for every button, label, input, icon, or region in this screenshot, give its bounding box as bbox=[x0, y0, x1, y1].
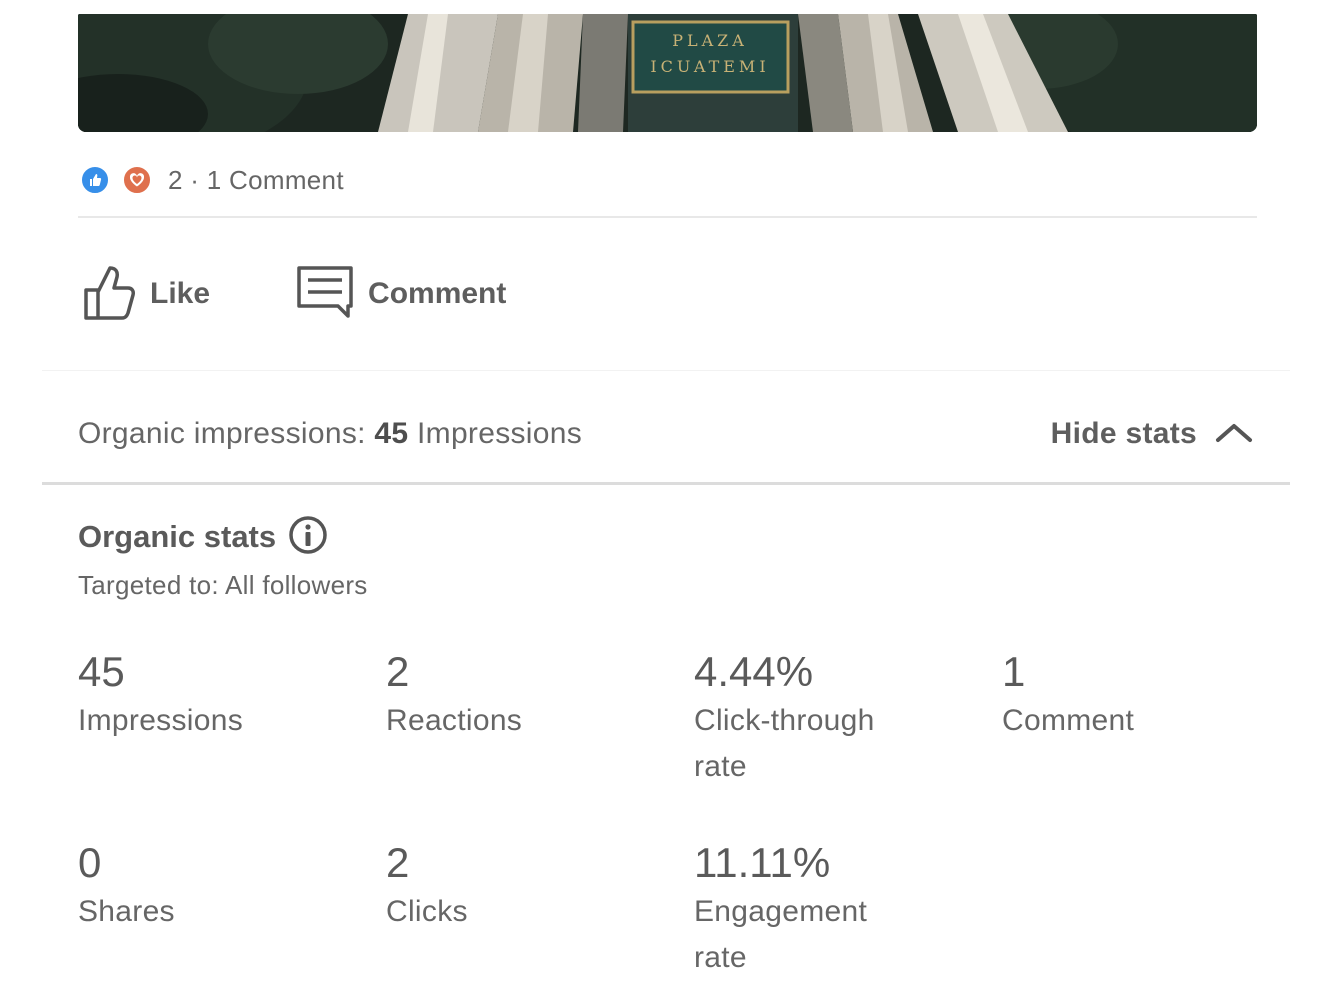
stat-click-through-rate: 4.44% Click-through rate bbox=[694, 646, 924, 790]
hide-stats-label: Hide stats bbox=[1050, 417, 1197, 450]
divider bbox=[78, 216, 1257, 218]
targeted-to: Targeted to: All followers bbox=[78, 570, 368, 600]
comment-button[interactable]: Comment bbox=[296, 265, 506, 324]
divider bbox=[42, 370, 1290, 371]
impressions-suffix: Impressions bbox=[408, 417, 583, 450]
stat-label: Engagement rate bbox=[694, 895, 868, 974]
hide-stats-button[interactable]: Hide stats bbox=[1051, 417, 1253, 451]
love-reaction-icon bbox=[122, 165, 152, 195]
stat-value: 11.11% bbox=[694, 839, 831, 886]
sign-line-1: PLAZA bbox=[672, 31, 748, 50]
stat-label: Click-through rate bbox=[694, 704, 875, 783]
stat-value: 4.44% bbox=[694, 648, 814, 695]
stat-comment: 1 Comment bbox=[1002, 646, 1262, 744]
stat-value: 0 bbox=[78, 839, 102, 886]
organic-stats-title: Organic stats bbox=[78, 519, 277, 554]
stat-label: Impressions bbox=[78, 704, 244, 737]
organic-stats-header: Organic stats bbox=[78, 514, 328, 560]
stat-value: 1 bbox=[1002, 648, 1026, 695]
post-actions: Like Comment bbox=[80, 256, 506, 332]
stat-label: Clicks bbox=[386, 895, 468, 928]
stat-value: 2 bbox=[386, 648, 410, 695]
stat-engagement-rate: 11.11% Engagement rate bbox=[694, 837, 924, 981]
comment-label: Comment bbox=[368, 277, 507, 310]
chevron-up-icon bbox=[1215, 421, 1253, 448]
reaction-comment-count: 2 · 1 Comment bbox=[168, 164, 344, 195]
stat-clicks: 2 Clicks bbox=[386, 837, 646, 935]
like-label: Like bbox=[150, 277, 211, 310]
social-counts[interactable]: 2 · 1 Comment bbox=[80, 160, 344, 200]
like-button[interactable]: Like bbox=[80, 262, 210, 327]
stat-value: 2 bbox=[386, 839, 410, 886]
stat-label: Shares bbox=[78, 895, 175, 928]
comment-icon bbox=[296, 265, 354, 324]
thumbs-up-icon bbox=[80, 262, 136, 327]
divider bbox=[42, 482, 1290, 485]
stat-shares: 0 Shares bbox=[78, 837, 338, 935]
stat-value: 45 bbox=[78, 648, 125, 695]
info-icon[interactable] bbox=[288, 515, 328, 560]
impressions-row: Organic impressions: 45 Impressions Hide… bbox=[78, 408, 1257, 460]
impressions-prefix: Organic impressions: bbox=[78, 417, 375, 450]
organic-impressions-summary: Organic impressions: 45 Impressions bbox=[78, 417, 582, 451]
stat-reactions: 2 Reactions bbox=[386, 646, 646, 744]
impressions-value: 45 bbox=[374, 417, 409, 450]
stat-impressions: 45 Impressions bbox=[78, 646, 338, 744]
post-image[interactable]: PLAZA ICUATEMI bbox=[78, 14, 1257, 132]
stat-label: Comment bbox=[1002, 704, 1135, 737]
like-reaction-icon bbox=[80, 165, 110, 195]
sign-line-2: ICUATEMI bbox=[650, 57, 769, 76]
stat-label: Reactions bbox=[386, 704, 523, 737]
